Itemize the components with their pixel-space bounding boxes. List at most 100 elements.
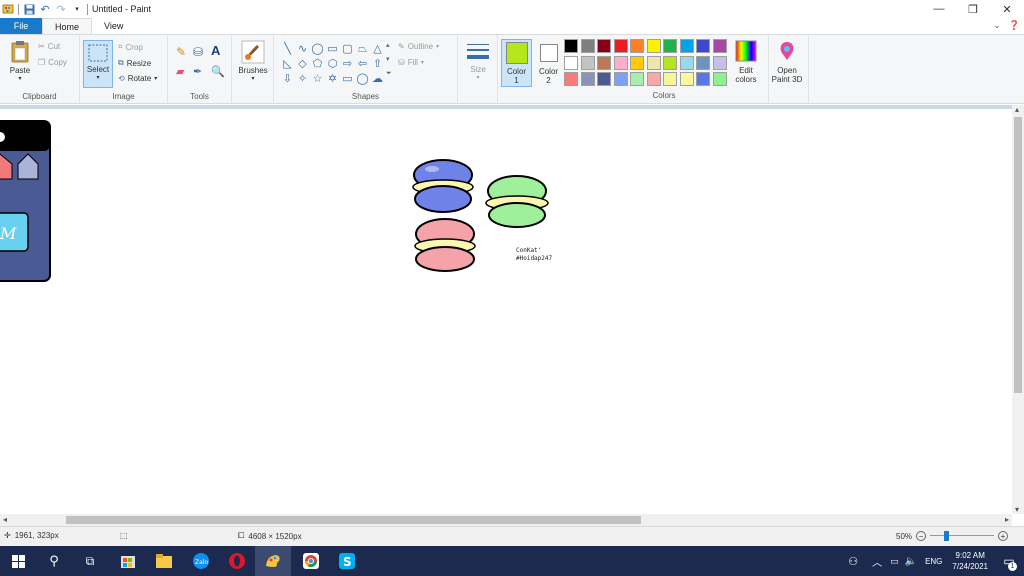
palette-swatch-12[interactable] xyxy=(580,55,595,70)
fill-button[interactable]: ⛁ Fill ▾ xyxy=(398,58,424,67)
select-button[interactable]: Select ▾ xyxy=(83,40,113,88)
palette-swatch-26[interactable] xyxy=(646,72,661,86)
battery-icon[interactable]: ▭ xyxy=(890,556,899,567)
diamond-shape-icon[interactable]: ◇ xyxy=(295,57,310,72)
color-picker-icon[interactable]: ✒ xyxy=(193,65,202,78)
palette-swatch-13[interactable] xyxy=(597,55,611,70)
zoom-in-icon[interactable]: + xyxy=(998,531,1009,541)
save-icon[interactable] xyxy=(23,3,35,15)
volume-icon[interactable]: 🔈 xyxy=(905,556,917,567)
five-point-star-shape-icon[interactable]: ☆ xyxy=(310,72,325,87)
zoom-slider-thumb[interactable] xyxy=(944,531,950,541)
scroll-left-arrow-icon[interactable]: ◂ xyxy=(3,515,7,524)
paint-app-icon[interactable] xyxy=(2,3,14,15)
horizontal-scroll-thumb[interactable] xyxy=(66,516,641,524)
polygon-shape-icon[interactable]: ⏢ xyxy=(355,42,370,57)
tab-home[interactable]: Home xyxy=(42,18,93,34)
zalo-app-icon[interactable]: Zalo xyxy=(183,546,219,576)
palette-swatch-15[interactable] xyxy=(630,55,644,70)
undo-icon[interactable]: ↶ xyxy=(39,3,51,16)
magnifier-icon[interactable]: 🔍 xyxy=(211,65,225,78)
palette-swatch-18[interactable] xyxy=(679,55,694,70)
minimize-button[interactable]: — xyxy=(922,0,956,18)
help-icon[interactable]: ❓ xyxy=(1009,20,1020,31)
six-point-star-shape-icon[interactable]: ✡ xyxy=(325,72,340,87)
skype-app-icon[interactable]: S xyxy=(329,546,365,576)
scroll-right-arrow-icon[interactable]: ▸ xyxy=(1005,515,1009,524)
cloud-callout-shape-icon[interactable]: ☁ xyxy=(370,72,385,87)
right-triangle-shape-icon[interactable]: ◺ xyxy=(280,57,295,72)
input-language[interactable]: ENG xyxy=(925,557,942,566)
left-arrow-shape-icon[interactable]: ⇦ xyxy=(355,57,370,72)
down-arrow-shape-icon[interactable]: ⇩ xyxy=(280,72,295,87)
file-explorer-icon[interactable] xyxy=(146,546,182,576)
palette-swatch-28[interactable] xyxy=(679,72,694,86)
palette-swatch-14[interactable] xyxy=(613,55,628,70)
hexagon-shape-icon[interactable]: ⬡ xyxy=(325,57,340,72)
drawing-canvas[interactable]: M ConKat' #Hoidap247 xyxy=(0,105,1012,514)
paint-taskbar-icon[interactable] xyxy=(255,546,291,576)
scroll-up-arrow-icon[interactable]: ▴ xyxy=(1015,105,1019,114)
shapes-more-icon[interactable]: ⏷ xyxy=(386,70,392,78)
show-hidden-icons-icon[interactable]: ︿ xyxy=(872,554,882,569)
oval-shape-icon[interactable]: ◯ xyxy=(310,42,325,57)
tab-view[interactable]: View xyxy=(92,18,135,34)
brushes-button[interactable]: Brushes ▾ xyxy=(236,40,270,84)
rect-callout-shape-icon[interactable]: ▭ xyxy=(340,72,355,87)
palette-swatch-2[interactable] xyxy=(580,39,595,53)
customize-toolbar-icon[interactable]: ▾ xyxy=(71,3,83,15)
palette-swatch-1[interactable] xyxy=(564,39,578,53)
paste-dropdown-icon[interactable]: ▾ xyxy=(18,75,21,84)
paste-button[interactable]: Paste ▾ xyxy=(6,40,34,84)
eraser-icon[interactable]: ▰ xyxy=(176,65,184,78)
outline-button[interactable]: ✎ Outline ▾ xyxy=(398,42,439,51)
scroll-down-arrow-icon[interactable]: ▾ xyxy=(1015,505,1019,514)
size-button[interactable]: Size ▾ xyxy=(462,41,494,83)
pentagon-shape-icon[interactable]: ⬠ xyxy=(310,57,325,72)
cut-button[interactable]: ✂ Cut xyxy=(38,42,60,51)
crop-button[interactable]: ⌗ Crop xyxy=(118,42,143,52)
palette-swatch-3[interactable] xyxy=(597,39,611,53)
line-shape-icon[interactable]: ╲ xyxy=(280,42,295,57)
close-button[interactable]: ✕ xyxy=(990,0,1024,18)
palette-swatch-11[interactable] xyxy=(564,55,578,70)
copy-button[interactable]: ❐ Copy xyxy=(38,58,67,67)
select-dropdown-icon[interactable]: ▾ xyxy=(96,74,99,83)
palette-swatch-23[interactable] xyxy=(597,72,611,86)
oval-callout-shape-icon[interactable]: ◯ xyxy=(355,72,370,87)
collapse-ribbon-icon[interactable]: ⌄ xyxy=(993,20,1001,31)
pencil-icon[interactable]: ✎ xyxy=(176,45,186,59)
shapes-scroll-up-icon[interactable]: ▴ xyxy=(386,41,390,49)
horizontal-scrollbar[interactable]: ◂ ▸ xyxy=(0,514,1012,526)
palette-swatch-10[interactable] xyxy=(712,39,727,53)
triangle-shape-icon[interactable]: △ xyxy=(370,42,385,57)
zoom-slider[interactable] xyxy=(930,531,995,541)
resize-button[interactable]: ⧉ Resize xyxy=(118,58,151,68)
chrome-browser-icon[interactable] xyxy=(293,546,329,576)
right-arrow-shape-icon[interactable]: ⇨ xyxy=(340,57,355,72)
color1-button[interactable]: Color 1 xyxy=(501,39,532,87)
start-button-icon[interactable] xyxy=(0,546,36,576)
shapes-scroll-down-icon[interactable]: ▾ xyxy=(386,55,390,63)
rectangle-shape-icon[interactable]: ▭ xyxy=(325,42,340,57)
rotate-button[interactable]: ⟲ Rotate ▾ xyxy=(118,74,157,83)
curve-shape-icon[interactable]: ∿ xyxy=(295,42,310,57)
vertical-scroll-thumb[interactable] xyxy=(1014,117,1022,393)
up-arrow-shape-icon[interactable]: ⇧ xyxy=(370,57,385,72)
notifications-icon[interactable]: ▭ 1 xyxy=(994,554,1024,571)
store-app-icon[interactable] xyxy=(110,546,146,576)
people-icon[interactable]: ⚇ xyxy=(848,555,858,568)
fill-bucket-icon[interactable]: ⛁ xyxy=(193,45,203,59)
redo-icon[interactable]: ↷ xyxy=(55,3,67,16)
palette-swatch-6[interactable] xyxy=(646,39,661,53)
opera-browser-icon[interactable] xyxy=(219,546,255,576)
open-paint3d-button[interactable]: Open Paint 3D xyxy=(768,40,806,84)
rotate-dropdown-icon[interactable]: ▾ xyxy=(154,75,157,82)
palette-swatch-19[interactable] xyxy=(696,55,710,70)
brushes-dropdown-icon[interactable]: ▾ xyxy=(251,75,254,84)
palette-swatch-29[interactable] xyxy=(696,72,710,86)
palette-swatch-8[interactable] xyxy=(679,39,694,53)
palette-swatch-17[interactable] xyxy=(663,55,677,70)
palette-swatch-5[interactable] xyxy=(630,39,644,53)
edit-colors-button[interactable]: Edit colors xyxy=(731,40,761,84)
